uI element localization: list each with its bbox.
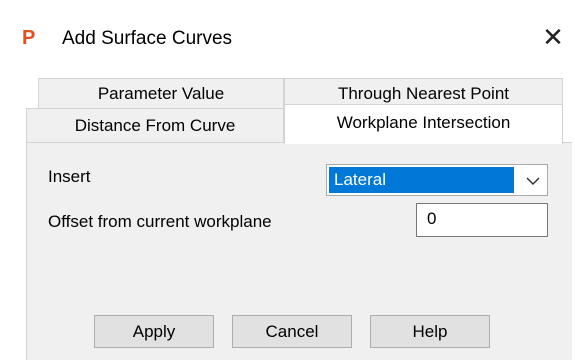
help-button[interactable]: Help xyxy=(370,315,490,348)
close-icon[interactable]: ✕ xyxy=(540,24,566,52)
offset-label: Offset from current workplane xyxy=(48,212,272,231)
insert-select[interactable]: Lateral xyxy=(326,164,548,196)
cancel-button[interactable]: Cancel xyxy=(232,315,352,348)
offset-input[interactable]: 0 xyxy=(416,203,548,237)
insert-selected-value: Lateral xyxy=(329,167,514,193)
dialog-title: Add Surface Curves xyxy=(62,28,233,49)
tab-workplane-intersection[interactable]: Workplane Intersection xyxy=(284,104,563,144)
insert-label: Insert xyxy=(48,167,91,186)
apply-button[interactable]: Apply xyxy=(94,315,214,348)
dialog-window: P Add Surface Curves ✕ Parameter Value T… xyxy=(0,0,575,360)
chevron-down-icon xyxy=(526,177,540,186)
app-logo-icon: P xyxy=(22,27,36,49)
tab-parameter-value[interactable]: Parameter Value xyxy=(38,78,284,110)
tab-distance-from-curve[interactable]: Distance From Curve xyxy=(26,108,284,143)
title-bar: P Add Surface Curves ✕ xyxy=(0,0,575,76)
